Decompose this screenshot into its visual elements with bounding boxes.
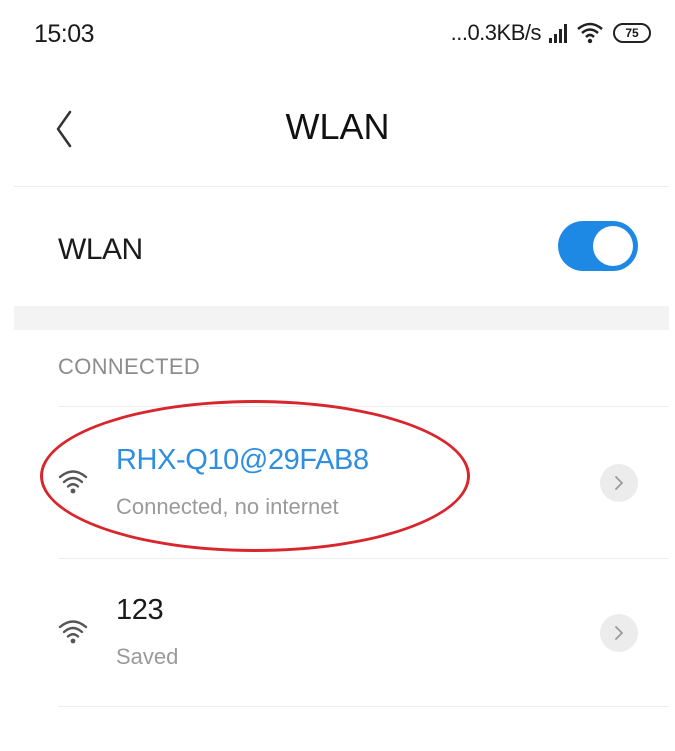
page-title: WLAN [285,106,390,147]
status-time: 15:03 [34,20,95,48]
battery-level: 75 [625,26,639,40]
row-divider [58,706,669,707]
network-speed: ...0.3KB/s [450,20,542,45]
chevron-right-icon [615,476,623,490]
section-separator [14,306,669,330]
status-indicators: ...0.3KB/s 75 [451,20,651,46]
battery-icon: 75 [613,23,651,43]
network-row-saved[interactable]: 123 Saved [0,560,675,708]
toggle-knob [593,226,633,266]
page-header: WLAN [0,70,675,186]
wifi-icon [58,470,88,494]
network-details-button[interactable] [600,614,638,652]
cellular-signal-icon [549,24,567,43]
wifi-status-icon [577,22,603,44]
network-name: RHX-Q10@29FAB8 [116,444,369,476]
network-row-connected[interactable]: RHX-Q10@29FAB8 Connected, no internet [0,410,675,558]
row-divider [58,558,669,559]
network-name: 123 [116,594,164,626]
network-status: Connected, no internet [116,494,339,519]
wifi-icon [58,620,88,644]
section-divider [58,406,669,407]
chevron-right-icon [615,626,623,640]
wlan-toggle-label: WLAN [58,233,143,266]
wlan-toggle-switch[interactable] [558,221,638,271]
status-bar: 15:03 ...0.3KB/s 75 [0,0,675,70]
network-details-button[interactable] [600,464,638,502]
section-header-connected: CONNECTED [58,354,201,379]
network-status: Saved [116,644,179,669]
wlan-toggle-row[interactable]: WLAN [0,187,675,305]
